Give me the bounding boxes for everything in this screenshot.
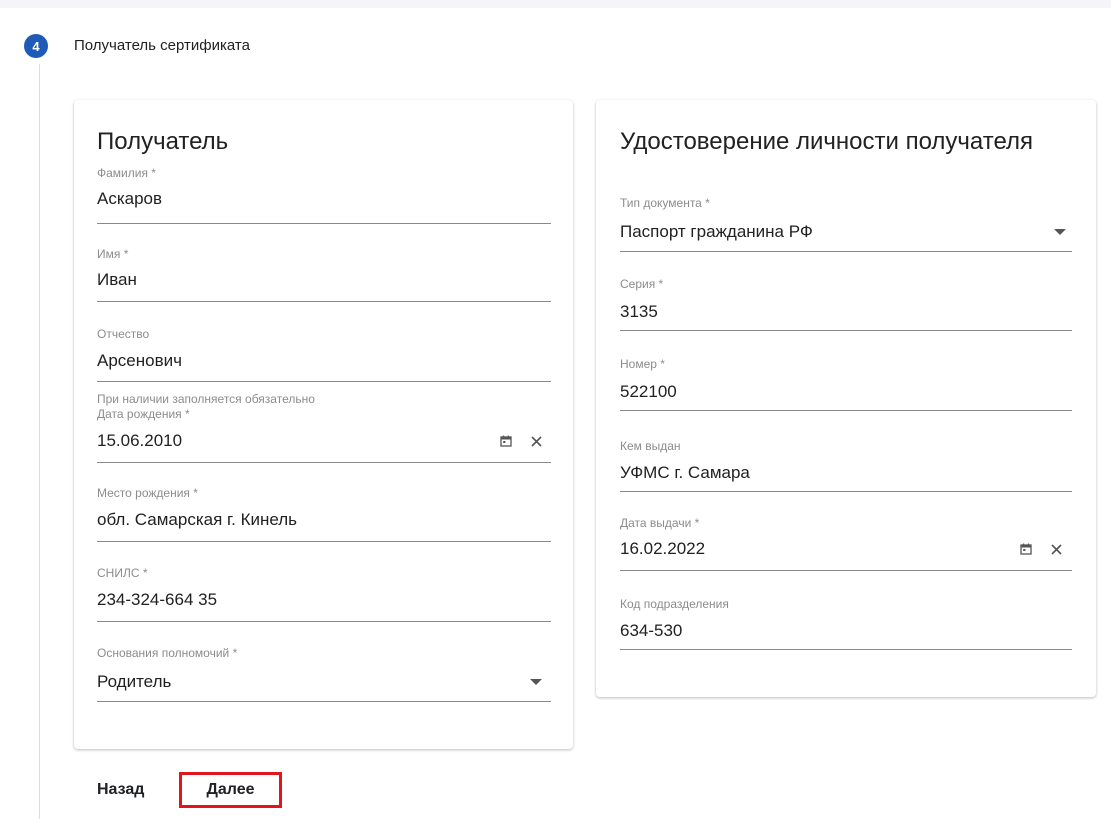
issue-date-label: Дата выдачи * xyxy=(620,516,700,530)
authority-select[interactable]: Основания полномочий * Родитель xyxy=(97,646,551,702)
identity-card-title: Удостоверение личности получателя xyxy=(620,128,1033,155)
doc-type-select[interactable]: Тип документа * Паспорт гражданина РФ xyxy=(620,196,1072,252)
recipient-card: Получатель Фамилия * Аскаров Имя * Иван … xyxy=(74,100,573,749)
snils-field[interactable]: СНИЛС * 234-324-664 35 xyxy=(97,566,551,622)
last-name-field[interactable]: Фамилия * Аскаров xyxy=(97,166,551,224)
clear-date-icon[interactable] xyxy=(1048,541,1064,557)
division-code-field[interactable]: Код подразделения 634-530 xyxy=(620,597,1072,650)
step-number-badge: 4 xyxy=(24,34,48,58)
number-value: 522100 xyxy=(620,382,677,401)
clear-date-icon[interactable] xyxy=(528,433,544,449)
calendar-icon[interactable] xyxy=(498,433,514,449)
snils-label: СНИЛС * xyxy=(97,566,148,580)
caret-down-icon[interactable] xyxy=(530,679,542,685)
issued-by-label: Кем выдан xyxy=(620,439,681,453)
division-code-label: Код подразделения xyxy=(620,597,729,611)
number-label: Номер * xyxy=(620,357,665,371)
step-connector-line xyxy=(39,64,40,819)
series-label: Серия * xyxy=(620,277,664,291)
last-name-value: Аскаров xyxy=(97,189,163,208)
number-field[interactable]: Номер * 522100 xyxy=(620,357,1072,411)
identity-card: Удостоверение личности получателя Тип до… xyxy=(596,100,1096,697)
birth-place-label: Место рождения * xyxy=(97,486,198,500)
division-code-value: 634-530 xyxy=(620,621,683,640)
step-title: Получатель сертификата xyxy=(74,37,250,54)
next-button[interactable]: Далее xyxy=(179,772,282,808)
first-name-field[interactable]: Имя * Иван xyxy=(97,247,551,302)
recipient-card-title: Получатель xyxy=(97,128,229,155)
calendar-icon[interactable] xyxy=(1018,541,1034,557)
first-name-label: Имя * xyxy=(97,247,129,261)
issued-by-field[interactable]: Кем выдан УФМС г. Самара xyxy=(620,439,1072,492)
birth-date-label: Дата рождения * xyxy=(97,407,190,421)
issue-date-value: 16.02.2022 xyxy=(620,539,706,558)
issued-by-value: УФМС г. Самара xyxy=(620,463,750,482)
issue-date-field[interactable]: Дата выдачи * 16.02.2022 xyxy=(620,516,1072,571)
authority-label: Основания полномочий * xyxy=(97,646,238,660)
patronymic-field[interactable]: Отчество Арсенович xyxy=(97,327,551,382)
birth-place-value: обл. Самарская г. Кинель xyxy=(97,510,298,529)
authority-value: Родитель xyxy=(97,672,172,691)
patronymic-label: Отчество xyxy=(97,327,150,341)
birth-date-field[interactable]: Дата рождения * 15.06.2010 xyxy=(97,407,551,463)
back-button[interactable]: Назад xyxy=(97,781,144,799)
patronymic-hint: При наличии заполняется обязательно xyxy=(97,392,315,406)
first-name-value: Иван xyxy=(97,270,137,289)
caret-down-icon[interactable] xyxy=(1054,229,1066,235)
patronymic-value: Арсенович xyxy=(97,351,182,370)
birth-date-value: 15.06.2010 xyxy=(97,431,183,450)
last-name-label: Фамилия * xyxy=(97,166,156,180)
doc-type-label: Тип документа * xyxy=(620,196,710,210)
snils-value: 234-324-664 35 xyxy=(97,590,218,609)
series-field[interactable]: Серия * 3135 xyxy=(620,277,1072,331)
doc-type-value: Паспорт гражданина РФ xyxy=(620,222,813,241)
birth-place-field[interactable]: Место рождения * обл. Самарская г. Кинел… xyxy=(97,486,551,542)
series-value: 3135 xyxy=(620,302,658,321)
